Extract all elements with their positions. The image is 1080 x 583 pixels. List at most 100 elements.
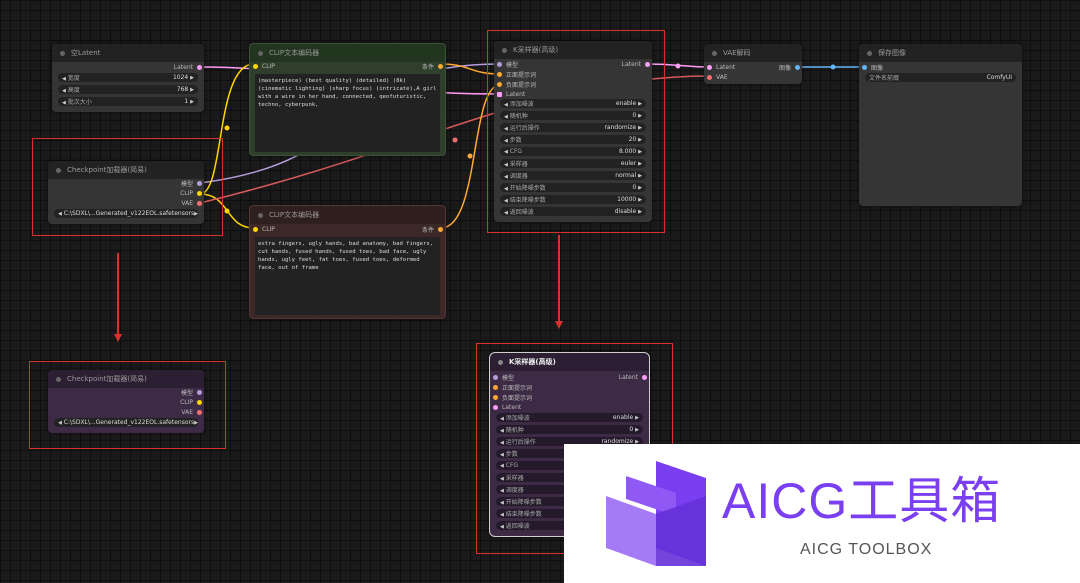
- output-socket-icon[interactable]: [642, 374, 647, 380]
- input-latent[interactable]: Latent: [493, 403, 521, 411]
- widget-1[interactable]: ◀ 随机种 0 ▶: [496, 425, 643, 434]
- batch-size-widget[interactable]: ◀ 批次大小 1 ▶: [58, 97, 198, 106]
- decrement-arrow-icon[interactable]: ◀: [500, 524, 504, 530]
- output-socket-icon[interactable]: [197, 180, 202, 186]
- save-image-node[interactable]: 保存图像 图像 文件名前缀 ComfyUI: [859, 44, 1022, 206]
- clip-text-negative-node[interactable]: CLIP文本编码器 CLIP 条件 extra fingers, ugly ha…: [249, 205, 446, 319]
- prev-arrow-icon[interactable]: ◀: [58, 420, 62, 426]
- node-title-bar[interactable]: 空Latent: [52, 44, 204, 62]
- increment-arrow-icon[interactable]: ▶: [638, 185, 642, 191]
- input-socket-icon[interactable]: [707, 74, 712, 80]
- decrement-arrow-icon[interactable]: ◀: [500, 500, 504, 506]
- widget-6[interactable]: ◀ 调度器 normal ▶: [500, 171, 646, 180]
- decrement-arrow-icon[interactable]: ◀: [500, 488, 504, 494]
- increment-arrow-icon[interactable]: ▶: [638, 161, 642, 167]
- decrement-arrow-icon[interactable]: ◀: [500, 512, 504, 518]
- prompt-textarea[interactable]: extra fingers, ugly hands, bad anatomy, …: [255, 237, 440, 315]
- clip-text-positive-node[interactable]: CLIP文本编码器 CLIP 条件 (masterpiece) (best qu…: [249, 43, 446, 156]
- input-socket-icon[interactable]: [497, 91, 502, 97]
- output-socket-icon[interactable]: [197, 200, 202, 206]
- node-title-bar[interactable]: VAE解码: [704, 44, 802, 62]
- decrement-arrow-icon[interactable]: ◀: [62, 76, 66, 82]
- increment-arrow-icon[interactable]: ▶: [638, 149, 642, 155]
- widget-3[interactable]: ◀ 步数 20 ▶: [500, 135, 646, 144]
- input-negative[interactable]: 负面提示词: [497, 80, 536, 89]
- output-socket-icon[interactable]: [438, 226, 443, 232]
- increment-arrow-icon[interactable]: ▶: [638, 137, 642, 143]
- output-vae[interactable]: VAE: [181, 408, 202, 416]
- collapse-dot-icon[interactable]: [867, 50, 872, 56]
- widget-1[interactable]: ◀ 随机种 0 ▶: [500, 111, 646, 120]
- node-title-bar[interactable]: 保存图像: [859, 44, 1022, 62]
- node-canvas[interactable]: 空Latent Latent ◀ 宽度 1024 ▶ ◀ 高度 768 ▶ ◀ 批次…: [0, 0, 1080, 583]
- input-latent[interactable]: Latent: [707, 63, 735, 71]
- input-socket-icon[interactable]: [862, 64, 867, 70]
- height-widget[interactable]: ◀ 高度 768 ▶: [58, 85, 198, 94]
- output-socket-icon[interactable]: [795, 64, 800, 70]
- decrement-arrow-icon[interactable]: ◀: [504, 162, 508, 168]
- decrement-arrow-icon[interactable]: ◀: [62, 100, 66, 106]
- collapse-dot-icon[interactable]: [258, 50, 263, 56]
- increment-arrow-icon[interactable]: ▶: [638, 101, 642, 107]
- node-title-bar[interactable]: Checkpoint加载器(简易): [48, 161, 204, 179]
- widget-9[interactable]: ◀ 返回噪波 disable ▶: [500, 207, 646, 216]
- ckpt-select[interactable]: ◀ C:\SDXL\...Generated_v122EOL.safetenso…: [54, 209, 198, 218]
- output-socket-icon[interactable]: [197, 399, 202, 405]
- output-model[interactable]: 模型: [181, 388, 202, 397]
- increment-arrow-icon[interactable]: ▶: [635, 427, 639, 433]
- output-latent[interactable]: Latent: [619, 373, 647, 381]
- output-conditioning[interactable]: 条件: [422, 225, 443, 234]
- collapse-dot-icon[interactable]: [56, 376, 61, 382]
- increment-arrow-icon[interactable]: ▶: [190, 87, 194, 93]
- prompt-textarea[interactable]: (masterpiece) (best quality) (detailed) …: [255, 74, 440, 152]
- node-title-bar[interactable]: CLIP文本编码器: [250, 206, 445, 224]
- decrement-arrow-icon[interactable]: ◀: [504, 126, 508, 132]
- decrement-arrow-icon[interactable]: ◀: [500, 428, 504, 434]
- widget-7[interactable]: ◀ 开始降噪步数 0 ▶: [500, 183, 646, 192]
- output-socket-icon[interactable]: [438, 63, 443, 69]
- collapse-dot-icon[interactable]: [56, 167, 61, 173]
- decrement-arrow-icon[interactable]: ◀: [500, 463, 504, 469]
- node-title-bar[interactable]: K采样器(高级): [494, 41, 652, 59]
- output-clip[interactable]: CLIP: [180, 398, 202, 406]
- widget-4[interactable]: ◀ CFG 8.000 ▶: [500, 147, 646, 156]
- increment-arrow-icon[interactable]: ▶: [638, 125, 642, 131]
- ckpt-select[interactable]: ◀ C:\SDXL\...Generated_v122EOL.safetenso…: [54, 418, 198, 427]
- decrement-arrow-icon[interactable]: ◀: [504, 186, 508, 192]
- collapse-dot-icon[interactable]: [60, 50, 65, 56]
- decrement-arrow-icon[interactable]: ◀: [504, 174, 508, 180]
- input-positive[interactable]: 正面提示词: [497, 70, 536, 79]
- empty-latent-node[interactable]: 空Latent Latent ◀ 宽度 1024 ▶ ◀ 高度 768 ▶ ◀ 批次…: [52, 44, 204, 112]
- decrement-arrow-icon[interactable]: ◀: [500, 452, 504, 458]
- decrement-arrow-icon[interactable]: ◀: [504, 102, 508, 108]
- input-socket-icon[interactable]: [493, 384, 498, 390]
- node-title-bar[interactable]: CLIP文本编码器: [250, 44, 445, 62]
- input-socket-icon[interactable]: [707, 64, 712, 70]
- input-negative[interactable]: 负面提示词: [493, 393, 532, 402]
- node-title-bar[interactable]: K采样器(高级): [490, 353, 649, 371]
- ksampler-advanced-node[interactable]: K采样器(高级) 模型 正面提示词 负面提示词 Latent Latent ◀ …: [494, 41, 652, 222]
- widget-8[interactable]: ◀ 结束降噪步数 10000 ▶: [500, 195, 646, 204]
- input-image[interactable]: 图像: [862, 63, 883, 72]
- collapse-dot-icon[interactable]: [712, 50, 717, 56]
- widget-5[interactable]: ◀ 采样器 euler ▶: [500, 159, 646, 168]
- increment-arrow-icon[interactable]: ▶: [638, 173, 642, 179]
- output-socket-icon[interactable]: [645, 61, 650, 67]
- input-socket-icon[interactable]: [253, 226, 258, 232]
- decrement-arrow-icon[interactable]: ◀: [504, 198, 508, 204]
- vae-decode-node[interactable]: VAE解码 Latent VAE 图像: [704, 44, 802, 84]
- filename-prefix-widget[interactable]: 文件名前缀 ComfyUI: [865, 73, 1016, 82]
- output-image[interactable]: 图像: [779, 63, 800, 72]
- input-clip[interactable]: CLIP: [253, 62, 275, 70]
- node-title-bar[interactable]: Checkpoint加载器(简易): [48, 370, 204, 388]
- widget-2[interactable]: ◀ 运行后操作 randomize ▶: [500, 123, 646, 132]
- output-model[interactable]: 模型: [181, 179, 202, 188]
- decrement-arrow-icon[interactable]: ◀: [500, 440, 504, 446]
- output-latent[interactable]: Latent: [622, 60, 650, 68]
- output-socket-icon[interactable]: [197, 409, 202, 415]
- increment-arrow-icon[interactable]: ▶: [635, 415, 639, 421]
- output-vae[interactable]: VAE: [181, 199, 202, 207]
- output-socket-icon[interactable]: [197, 64, 202, 70]
- widget-0[interactable]: ◀ 添加噪波 enable ▶: [496, 413, 643, 422]
- input-clip[interactable]: CLIP: [253, 225, 275, 233]
